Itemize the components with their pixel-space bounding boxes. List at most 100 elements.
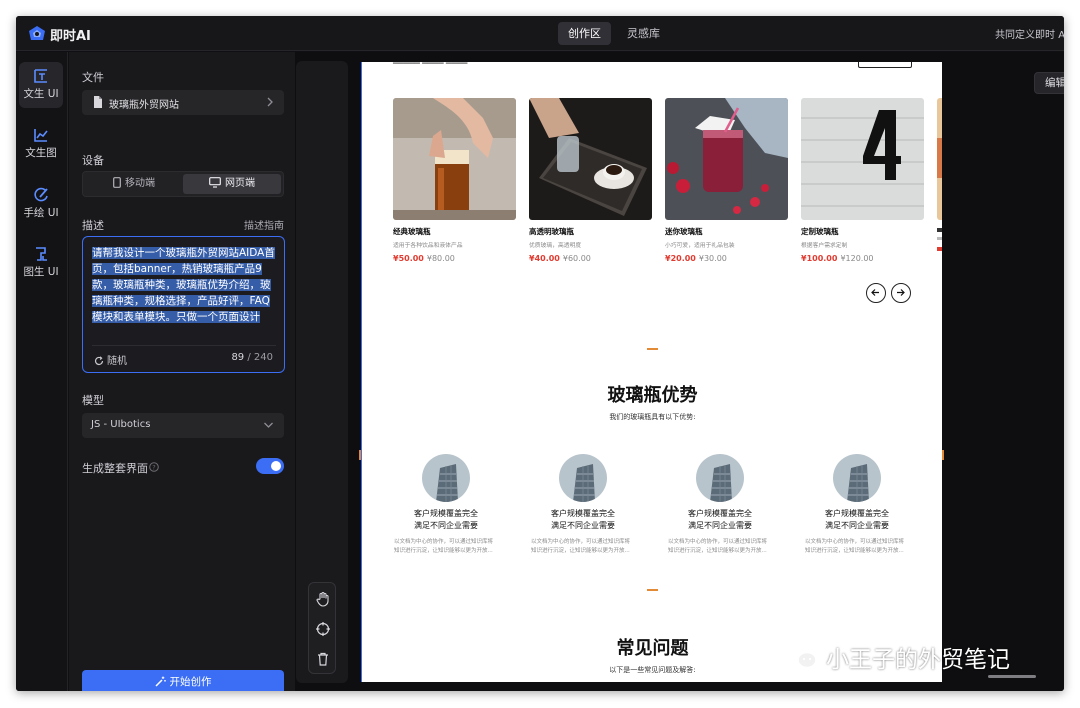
file-icon bbox=[94, 96, 102, 108]
sketch-ui-icon bbox=[34, 187, 48, 202]
divider bbox=[92, 345, 276, 346]
product-card[interactable]: 迷你玻璃瓶 小巧可爱，适用于礼品包装 ¥20.00 ¥30.00 bbox=[665, 98, 788, 263]
product-price-original: ¥30.00 bbox=[698, 254, 727, 263]
advantage-card: 客户规模覆盖完全 满足不同企业需要 以文档为中心的协作，可以通过知识库将知识进行沉… bbox=[666, 454, 774, 556]
image-to-ui-icon bbox=[36, 247, 47, 261]
trash-icon[interactable] bbox=[315, 651, 331, 667]
advantages-title: 玻璃瓶优势 bbox=[607, 385, 698, 406]
product-price: ¥20.00 ¥30.00 bbox=[665, 254, 788, 263]
product-card[interactable]: 高透明玻璃瓶 优质玻璃，高透明度 ¥40.00 ¥60.00 bbox=[529, 98, 652, 263]
carousel-prev-button[interactable] bbox=[866, 283, 886, 303]
advantage-card: 客户规模覆盖完全 满足不同企业需要 以文档为中心的协作，可以通过知识库将知识进行沉… bbox=[803, 454, 911, 556]
start-create-label: 开始创作 bbox=[169, 676, 212, 688]
app-window: 即时AI 创作区 灵感库 共同定义即时 AI 文生 UI 文生图 手绘 UI 图… bbox=[16, 16, 1064, 691]
product-desc-partial bbox=[937, 237, 942, 240]
rail-label: 手绘 UI bbox=[23, 207, 59, 219]
product-card[interactable]: 定制玻璃瓶 根据客户需求定制 ¥100.00 ¥120.00 bbox=[801, 98, 924, 263]
tab-create[interactable]: 创作区 bbox=[558, 22, 611, 45]
advantage-desc: 以文档为中心的协作，可以通过知识库将知识进行沉淀，让知识能够以更为开放... bbox=[394, 539, 494, 554]
model-value: JS - UIbotics bbox=[91, 419, 151, 430]
edit-button[interactable]: 编辑 bbox=[1034, 72, 1064, 94]
product-desc: 适用于各种饮品和液体产品 bbox=[393, 243, 463, 249]
tab-inspiration[interactable]: 灵感库 bbox=[617, 22, 670, 45]
file-selector[interactable]: 玻璃瓶外贸网站 bbox=[82, 90, 284, 115]
device-web-label: 网页端 bbox=[225, 178, 255, 189]
product-price-original: ¥60.00 bbox=[562, 254, 591, 263]
model-section-label: 模型 bbox=[82, 394, 104, 407]
product-desc: 根据客户需求定制 bbox=[801, 243, 848, 249]
arrow-right-icon bbox=[897, 289, 905, 296]
product-price-current: ¥100.00 bbox=[801, 254, 838, 263]
advantage-title: 客户规模覆盖完全 满足不同企业需要 bbox=[392, 508, 500, 532]
carousel-next-button[interactable] bbox=[891, 283, 911, 303]
product-price-current: ¥50.00 bbox=[393, 254, 424, 263]
file-section-label: 文件 bbox=[82, 71, 104, 84]
product-price-original: ¥120.00 bbox=[840, 254, 874, 263]
product-price: ¥40.00 ¥60.00 bbox=[529, 254, 652, 263]
advantage-title-line-1: 客户规模覆盖完全 bbox=[825, 509, 889, 518]
product-price: ¥100.00 ¥120.00 bbox=[801, 254, 924, 263]
char-count: 89 bbox=[231, 352, 245, 363]
product-price-current: ¥20.00 bbox=[665, 254, 696, 263]
description-guide-link[interactable]: 描述指南 bbox=[244, 217, 284, 232]
rail-label: 文生 UI bbox=[23, 88, 59, 100]
watermark: 小王子的外贸笔记 bbox=[784, 643, 1010, 673]
device-web-button[interactable]: 网页端 bbox=[183, 174, 281, 194]
generate-full-toggle[interactable] bbox=[256, 458, 284, 474]
advantages-subtitle: 我们的玻璃瓶具有以下优势: bbox=[609, 413, 696, 421]
rail-item-image-to-ui[interactable]: 图生 UI bbox=[19, 240, 63, 286]
description-text: 请帮我设计一个玻璃瓶外贸网站AIDA首页，包括banner，热销玻璃瓶产品9款，… bbox=[92, 245, 280, 325]
advantage-desc: 以文档为中心的协作，可以通过知识库将知识进行沉淀，让知识能够以更为开放... bbox=[531, 539, 631, 554]
char-max: / 240 bbox=[247, 352, 273, 363]
device-mobile-label: 移动端 bbox=[125, 178, 155, 189]
top-nav-tabs: 创作区 灵感库 bbox=[558, 22, 670, 45]
product-desc: 优质玻璃，高透明度 bbox=[529, 243, 582, 249]
text-to-ui-icon bbox=[34, 69, 47, 83]
product-name: 迷你玻璃瓶 bbox=[665, 227, 703, 236]
product-card-partial[interactable] bbox=[937, 98, 942, 251]
rail-label: 图生 UI bbox=[23, 266, 59, 278]
advantage-title-line-1: 客户规模覆盖完全 bbox=[414, 509, 478, 518]
advantage-title: 客户规模覆盖完全 满足不同企业需要 bbox=[666, 508, 774, 532]
app-brand: 即时AI bbox=[50, 29, 91, 44]
rail-item-sketch-ui[interactable]: 手绘 UI bbox=[19, 181, 63, 227]
advantage-desc: 以文档为中心的协作，可以通过知识库将知识进行沉淀，让知识能够以更为开放... bbox=[805, 539, 905, 554]
random-button[interactable]: 随机 bbox=[94, 352, 127, 367]
product-price-current: ¥40.00 bbox=[529, 254, 560, 263]
advantage-title-line-1: 客户规模覆盖完全 bbox=[688, 509, 752, 518]
advantage-title-line-2: 满足不同企业需要 bbox=[414, 521, 478, 530]
rail-item-text-to-ui[interactable]: 文生 UI bbox=[19, 62, 63, 108]
app-logo-icon bbox=[29, 26, 45, 40]
start-create-button[interactable]: 开始创作 bbox=[82, 670, 284, 691]
generate-full-label: 生成整套界面 bbox=[82, 462, 148, 475]
building-image bbox=[696, 454, 744, 502]
model-select[interactable]: JS - UIbotics bbox=[82, 413, 284, 438]
horizontal-scrollbar[interactable] bbox=[988, 675, 1036, 678]
advantage-title-line-1: 客户规模覆盖完全 bbox=[551, 509, 615, 518]
text-to-image-icon bbox=[34, 129, 48, 142]
product-image-number-four-wall bbox=[801, 98, 924, 220]
hand-icon[interactable] bbox=[315, 591, 331, 607]
watermark-text: 小王子的外贸笔记 bbox=[826, 647, 1010, 673]
device-switch: 移动端 网页端 bbox=[82, 171, 284, 197]
settings-panel: 文件 玻璃瓶外贸网站 设备 移动端 网页端 描述 描述指南 请帮我设计一个玻璃瓶… bbox=[69, 52, 295, 691]
mode-rail: 文生 UI 文生图 手绘 UI 图生 UI bbox=[16, 52, 68, 691]
advantage-card: 客户规模覆盖完全 满足不同企业需要 以文档为中心的协作，可以通过知识库将知识进行沉… bbox=[529, 454, 637, 556]
advantage-title: 客户规模覆盖完全 满足不同企业需要 bbox=[803, 508, 911, 532]
target-icon[interactable] bbox=[315, 621, 331, 637]
product-card[interactable]: 经典玻璃瓶 适用于各种饮品和液体产品 ¥50.00 ¥80.00 bbox=[393, 98, 516, 263]
product-name: 高透明玻璃瓶 bbox=[529, 227, 574, 236]
product-image-partial bbox=[937, 98, 942, 220]
product-image-tray-glasses bbox=[529, 98, 652, 220]
description-textarea[interactable]: 请帮我设计一个玻璃瓶外贸网站AIDA首页，包括banner，热销玻璃瓶产品9款，… bbox=[82, 236, 285, 373]
svg-text:?: ? bbox=[152, 464, 155, 472]
help-icon[interactable]: ? bbox=[149, 462, 159, 472]
description-section-label: 描述 bbox=[82, 219, 104, 232]
rail-item-text-to-image[interactable]: 文生图 bbox=[19, 121, 63, 167]
device-mobile-button[interactable]: 移动端 bbox=[85, 174, 183, 194]
top-right-link[interactable]: 共同定义即时 AI bbox=[995, 26, 1064, 41]
section-accent-line bbox=[647, 348, 658, 350]
char-counter: 89 / 240 bbox=[231, 352, 273, 363]
arrow-left-icon bbox=[871, 289, 879, 296]
product-price-partial bbox=[937, 247, 942, 251]
